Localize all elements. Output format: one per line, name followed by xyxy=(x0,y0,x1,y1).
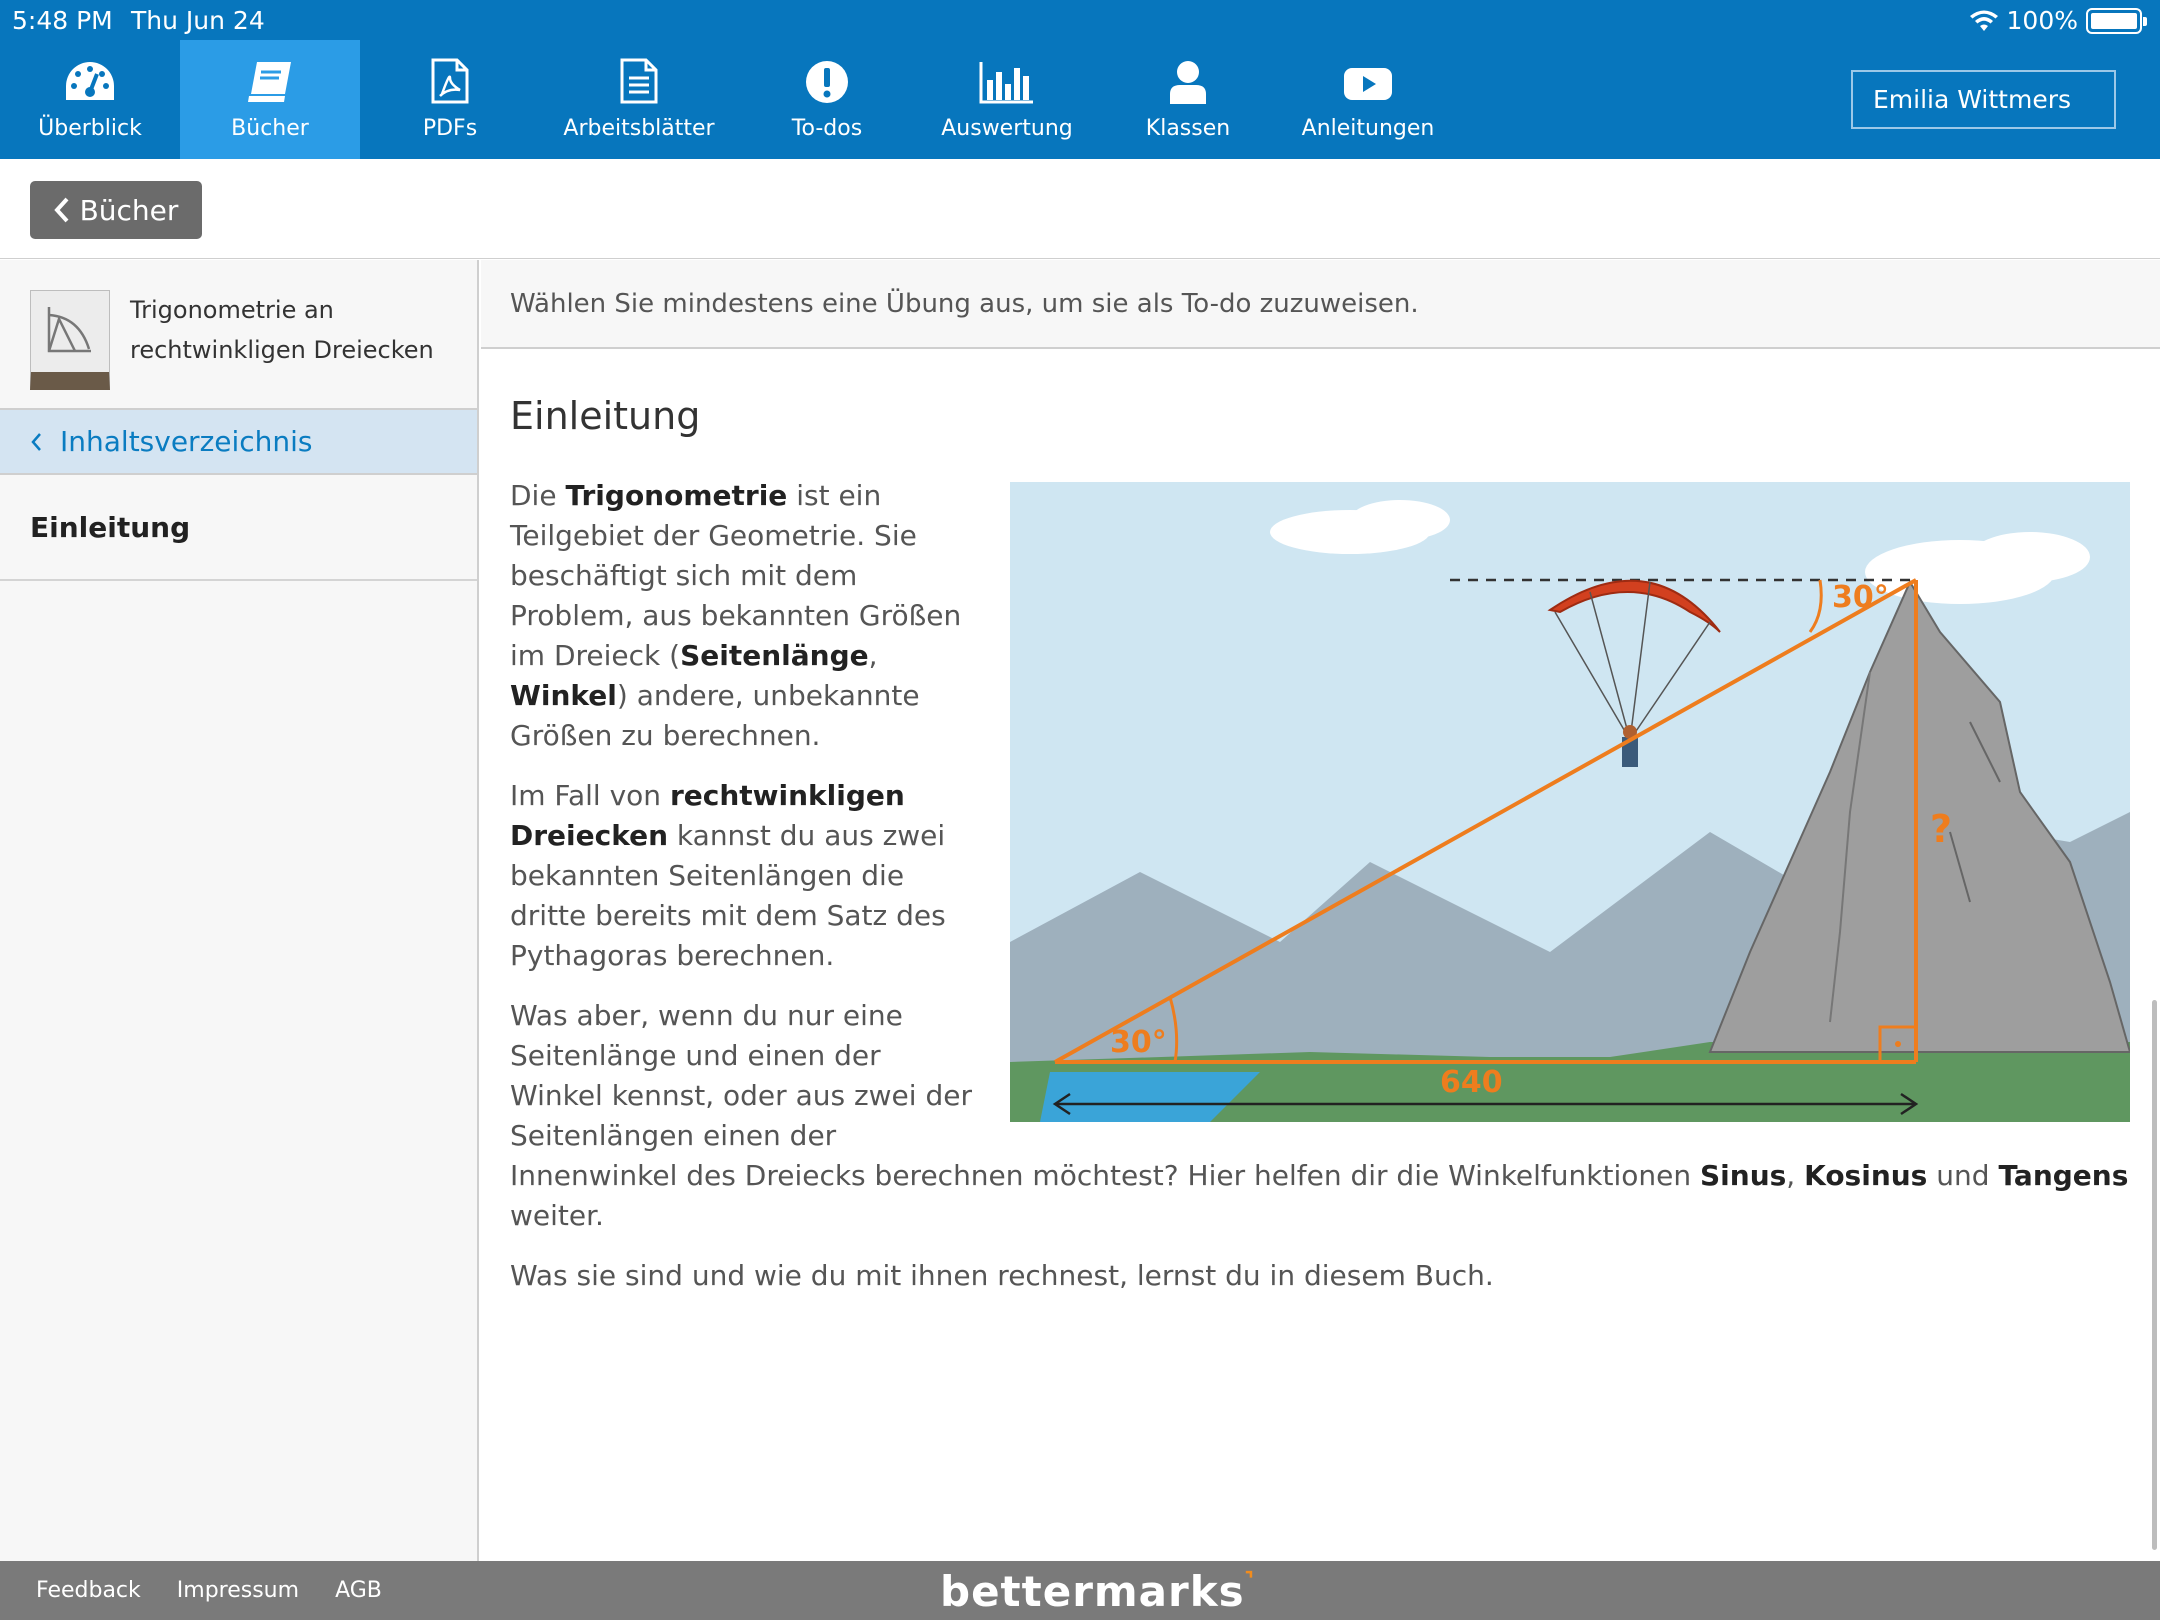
sidebar: Trigonometrie an rechtwinkligen Dreiecke… xyxy=(0,260,479,1561)
triangle-book-icon xyxy=(47,307,91,353)
nav-todos[interactable]: To-dos xyxy=(738,40,916,159)
back-button-label: Bücher xyxy=(79,193,179,227)
chevron-left-icon xyxy=(53,197,69,223)
bold-term: Winkel xyxy=(510,679,617,712)
dashboard-icon xyxy=(66,62,114,100)
toc-link-label: Inhaltsverzeichnis xyxy=(60,425,313,458)
nav-label: Arbeitsblätter xyxy=(563,116,715,141)
book-icon xyxy=(248,62,291,102)
scrollbar[interactable] xyxy=(2152,1000,2157,1550)
main-nav: Überblick Bücher PDFs Arbeitsblätter To-… xyxy=(0,40,1458,159)
text: weiter. xyxy=(510,1199,604,1232)
nav-buecher[interactable]: Bücher xyxy=(180,40,360,159)
unknown-height-label: ? xyxy=(1930,807,1952,851)
video-icon xyxy=(1344,68,1392,100)
nav-label: PDFs xyxy=(422,116,478,141)
status-time: 5:48 PM xyxy=(12,6,113,35)
bold-term: Trigonometrie xyxy=(565,479,788,512)
battery-icon xyxy=(2086,7,2147,34)
nav-label: Bücher xyxy=(231,116,309,141)
battery-percent: 100% xyxy=(2006,6,2078,35)
nav-label: To-dos xyxy=(791,116,863,141)
status-date: Thu Jun 24 xyxy=(131,6,265,35)
text: , xyxy=(1786,1159,1805,1192)
wifi-icon xyxy=(1969,10,1998,31)
angle-bottom-label: 30° xyxy=(1110,1025,1167,1060)
logo-text: bettermarks xyxy=(940,1567,1245,1616)
nav-anleitungen[interactable]: Anleitungen xyxy=(1278,40,1458,159)
footer: Feedback Impressum AGB bettermarks⌝ xyxy=(0,1561,2160,1620)
book-header: Trigonometrie an rechtwinkligen Dreiecke… xyxy=(0,260,477,410)
text: und xyxy=(1927,1159,1999,1192)
nav-label: Klassen xyxy=(1145,116,1231,141)
nav-arbeitsblaetter[interactable]: Arbeitsblätter xyxy=(540,40,738,159)
bold-term: Seitenlänge xyxy=(680,639,869,672)
top-bar: 5:48 PM Thu Jun 24 100% Überblick Bücher… xyxy=(0,0,2160,159)
text: Die xyxy=(510,479,566,512)
book-title: Trigonometrie an rechtwinkligen Dreiecke… xyxy=(130,296,434,364)
nav-auswertung[interactable]: Auswertung xyxy=(916,40,1098,159)
footer-link-agb[interactable]: AGB xyxy=(335,1578,382,1603)
paragraph-4: Was sie sind und wie du mit ihnen rechne… xyxy=(510,1259,1494,1292)
text: , xyxy=(868,639,878,672)
nav-klassen[interactable]: Klassen xyxy=(1098,40,1278,159)
pdf-icon xyxy=(431,58,469,104)
user-menu-button[interactable]: Emilia Wittmers xyxy=(1851,70,2116,129)
toc-link[interactable]: Inhaltsverzeichnis xyxy=(0,410,477,475)
bar-chart-icon xyxy=(979,62,1033,104)
assign-notice: Wählen Sie mindestens eine Übung aus, um… xyxy=(481,260,2160,349)
chapter-item-einleitung[interactable]: Einleitung xyxy=(0,475,477,581)
bold-term: Kosinus xyxy=(1804,1159,1928,1192)
status-right: 100% xyxy=(1969,6,2147,35)
logo-mark-icon: ⌝ xyxy=(1244,1567,1256,1591)
nav-label: Auswertung xyxy=(941,116,1073,141)
bold-term: Sinus xyxy=(1700,1159,1787,1192)
angle-top-label: 30° xyxy=(1832,580,1889,615)
status-bar: 5:48 PM Thu Jun 24 100% xyxy=(0,0,2160,40)
footer-link-impressum[interactable]: Impressum xyxy=(177,1578,299,1603)
footer-links: Feedback Impressum AGB xyxy=(36,1561,382,1620)
back-button[interactable]: Bücher xyxy=(30,181,202,239)
text: Im Fall von xyxy=(510,779,670,812)
person-icon xyxy=(1170,61,1206,104)
exclamation-icon xyxy=(806,61,848,103)
bettermarks-logo: bettermarks⌝ xyxy=(940,1567,1255,1616)
nav-label: Überblick xyxy=(38,116,142,141)
chevron-left-icon xyxy=(31,432,41,451)
nav-ueberblick[interactable]: Überblick xyxy=(0,40,180,159)
nav-pdfs[interactable]: PDFs xyxy=(360,40,540,159)
bold-term: Tangens xyxy=(1998,1159,2129,1192)
section-heading: Einleitung xyxy=(510,394,701,438)
footer-link-feedback[interactable]: Feedback xyxy=(36,1578,141,1603)
paraglider-illustration: 30° 30° 640 ? xyxy=(1010,482,2130,1122)
book-cover xyxy=(30,290,110,390)
toolbar: Bücher xyxy=(0,159,2160,259)
nav-label: Anleitungen xyxy=(1301,116,1435,141)
main-content: Einleitung 30° 30° 640 ? Die Trigonometr… xyxy=(510,394,2130,1316)
worksheet-icon xyxy=(620,58,658,104)
base-length-label: 640 xyxy=(1440,1065,1503,1100)
